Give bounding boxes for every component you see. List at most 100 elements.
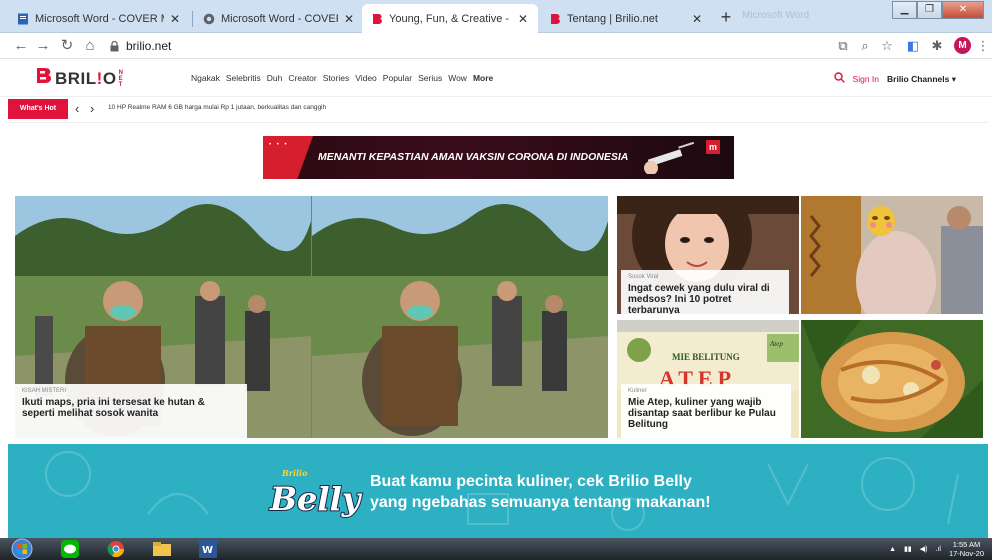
banner-text: MENANTI KEPASTIAN AMAN VAKSIN CORONA DI … [318, 151, 629, 163]
belly-small-text: Brilio [281, 468, 308, 478]
tab-word-2[interactable]: Microsoft Word - COVER MAGAZ ✕ [194, 4, 364, 33]
screen: Microsoft Word - COVER MAGAZ ✕ Microsoft… [0, 0, 992, 560]
brilio-channels-dropdown[interactable]: Brilio Channels ▾ [887, 74, 956, 85]
line-app-icon[interactable] [52, 539, 88, 559]
promo-text: Buat kamu pecinta kuliner, cek Brilio Be… [370, 471, 711, 513]
new-tab-button[interactable]: + [716, 8, 736, 28]
whats-hot-label: What's Hot [8, 99, 68, 119]
tab-brilio-home[interactable]: Young, Fun, & Creative - Brilio.ne ✕ [362, 4, 538, 34]
article-kicker: Sosok Viral [628, 274, 659, 280]
brilio-belly-promo[interactable]: Brilio Belly Buat kamu pecinta kuliner, … [8, 444, 988, 538]
nav-wow[interactable]: Wow [448, 73, 467, 83]
extension-icon[interactable]: ◧ [904, 37, 922, 55]
vaksin-banner[interactable]: • • • MENANTI KEPASTIAN AMAN VAKSIN CORO… [263, 136, 734, 179]
sign-top-text: MIE BELITUNG [672, 352, 740, 362]
tab-title: Young, Fun, & Creative - Brilio.ne [389, 13, 512, 25]
article-tile-kuliner[interactable]: MIE BELITUNG ATEP Atep Kuliner Mie Atep,… [617, 320, 799, 438]
article-headline[interactable]: Ikuti maps, pria ini tersesat ke hutan &… [22, 397, 240, 419]
word-icon[interactable]: W [190, 539, 226, 559]
noodles-photo [801, 320, 983, 438]
clock[interactable]: 1:55 AM 17-Nov-20 [949, 540, 984, 558]
back-icon[interactable]: ← [12, 37, 30, 55]
forward-icon[interactable]: → [34, 37, 52, 55]
reload-icon[interactable]: ↻ [58, 37, 76, 55]
nav-more[interactable]: More [473, 73, 493, 83]
chevron-left-icon[interactable]: ‹ [75, 100, 79, 118]
restore-button[interactable]: ❐ [917, 1, 942, 19]
close-window-button[interactable]: ✕ [942, 1, 984, 19]
browser-toolbar: ← → ↻ ⌂ brilio.net ⧉ ⌕ ☆ ◧ ✱ M ⋮ [0, 33, 992, 59]
nav-creator[interactable]: Creator [288, 73, 316, 83]
article-headline[interactable]: Mie Atep, kuliner yang wajib disantap sa… [628, 397, 784, 430]
tab-title: Microsoft Word - COVER MAGAZ [35, 12, 164, 25]
search-icon[interactable] [833, 72, 845, 86]
tab-word-1[interactable]: Microsoft Word - COVER MAGAZ ✕ [8, 4, 190, 33]
profile-avatar[interactable]: M [954, 37, 971, 54]
nav-serius[interactable]: Serius [418, 73, 442, 83]
brilio-logo[interactable]: BRIL! O NET [36, 67, 125, 91]
nav-stories[interactable]: Stories [323, 73, 349, 83]
dots-decoration: • • • [269, 142, 289, 148]
tab-title: Microsoft Word - COVER MAGAZ [221, 12, 338, 25]
article-tile-sosok-viral[interactable]: Sosok Viral Ingat cewek yang dulu viral … [617, 196, 799, 314]
translate-icon[interactable]: ⧉ [834, 37, 852, 55]
nav-video[interactable]: Video [355, 73, 377, 83]
article-kicker: Kuliner [628, 388, 647, 394]
hero-article[interactable]: KISAH MISTERI Ikuti maps, pria ini terse… [15, 196, 608, 438]
chevron-right-icon[interactable]: › [90, 100, 94, 118]
chrome-icon[interactable] [98, 539, 134, 559]
network-icon[interactable]: ▮▮ [904, 545, 912, 553]
brilio-icon [548, 12, 561, 25]
ghost-tab: Microsoft Word [742, 10, 810, 21]
tile-caption[interactable]: Sosok Viral Ingat cewek yang dulu viral … [621, 270, 789, 314]
logo-text-end: O [102, 69, 117, 88]
nav-selebritis[interactable]: Selebritis [226, 73, 261, 83]
home-icon[interactable]: ⌂ [81, 37, 99, 55]
signal-icon[interactable]: .ıl [936, 546, 941, 553]
close-icon[interactable]: ✕ [168, 12, 182, 26]
globe-icon [202, 12, 215, 25]
syringe-icon [644, 142, 695, 174]
wedding-photo [801, 196, 983, 314]
windows-taskbar: W ▲ ▮▮ ◀) .ıl 1:55 AM 17-Nov-20 [0, 538, 992, 560]
start-button-icon[interactable] [8, 538, 36, 560]
logo-text: BRIL [55, 69, 97, 88]
tray-arrow-icon[interactable]: ▲ [889, 546, 896, 553]
header-actions: Sign In Brilio Channels ▾ [833, 72, 956, 86]
close-icon[interactable]: ✕ [516, 12, 530, 26]
file-explorer-icon[interactable] [144, 539, 180, 559]
tile-caption[interactable]: Kuliner Mie Atep, kuliner yang wajib dis… [621, 384, 791, 438]
whats-hot-bar: What's Hot ‹ › 10 HP Realme RAM 6 GB har… [8, 97, 988, 121]
article-tile-wedding[interactable] [801, 196, 983, 314]
speaker-icon[interactable]: ◀) [920, 545, 928, 553]
nav-duh[interactable]: Duh [267, 73, 283, 83]
star-icon[interactable]: ☆ [878, 37, 896, 55]
address-bar[interactable]: brilio.net [108, 36, 828, 56]
svg-text:W: W [202, 545, 213, 556]
clock-time: 1:55 AM [952, 540, 981, 549]
close-icon[interactable]: ✕ [342, 12, 356, 26]
promo-line-2: yang ngebahas semuanya tentang makanan! [370, 494, 711, 511]
brilio-belly-logo: Brilio Belly [268, 468, 364, 519]
puzzle-icon[interactable]: ✱ [928, 37, 946, 55]
article-headline[interactable]: Ingat cewek yang dulu viral di medsos? I… [628, 283, 782, 314]
article-kicker: KISAH MISTERI [22, 388, 67, 394]
tab-title: Tentang | Brilio.net [567, 12, 658, 25]
sign-in-link[interactable]: Sign In [853, 74, 879, 84]
nav-ngakak[interactable]: Ngakak [191, 73, 220, 83]
hero-caption[interactable]: KISAH MISTERI Ikuti maps, pria ini terse… [15, 384, 247, 438]
article-tile-noodles[interactable] [801, 320, 983, 438]
minimize-button[interactable]: ▁ [892, 1, 917, 19]
close-icon[interactable]: ✕ [690, 12, 704, 26]
nav-popular[interactable]: Popular [383, 73, 412, 83]
brilio-icon [370, 13, 383, 26]
belly-big-text: Belly [269, 480, 363, 518]
whats-hot-headline[interactable]: 10 HP Realme RAM 6 GB harga mulai Rp 1 j… [108, 104, 326, 111]
hero-photo-right [312, 196, 608, 438]
zoom-icon[interactable]: ⌕ [856, 37, 874, 55]
sign-tag-text: Atep [769, 340, 783, 348]
tab-brilio-tentang[interactable]: Tentang | Brilio.net ✕ [540, 4, 712, 33]
system-tray: ▲ ▮▮ ◀) .ıl 1:55 AM 17-Nov-20 [889, 540, 984, 558]
window-controls: ▁ ❐ ✕ [892, 1, 984, 19]
menu-dots-icon[interactable]: ⋮ [974, 37, 992, 55]
